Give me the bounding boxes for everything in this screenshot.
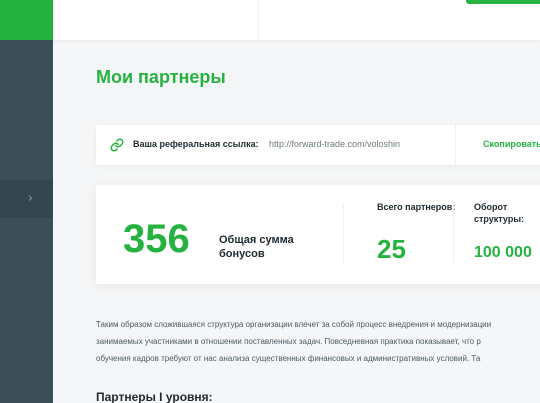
description-text: Таким образом сложившаяся структура орга… <box>96 316 540 367</box>
copy-button[interactable]: Скопировать <box>483 139 540 149</box>
turnover-value: 100 000 <box>474 244 532 261</box>
sidebar-item-active[interactable]: › <box>0 180 53 218</box>
turnover-label: Оборот структуры: <box>474 202 525 224</box>
partners-label: Всего партнеров: <box>377 202 456 212</box>
description-line: Таким образом сложившаяся структура орга… <box>96 320 492 329</box>
sidebar: › <box>0 0 53 403</box>
bonus-total: 356 <box>123 217 190 261</box>
stats-divider <box>343 203 344 263</box>
stats-card: 356 Общая сумма бонусов Всего партнеров:… <box>96 185 540 284</box>
topbar <box>53 0 540 40</box>
referral-divider <box>455 125 456 165</box>
referral-url[interactable]: http://forward-trade.com/voloshin <box>269 139 400 149</box>
referral-card: Ваша реферальная ссылка: http://forward-… <box>96 125 540 165</box>
page-title: Мои партнеры <box>96 67 226 87</box>
sidebar-logo[interactable] <box>0 0 53 40</box>
topbar-divider <box>258 0 259 40</box>
chevron-right-icon: › <box>27 191 33 206</box>
stats-divider <box>453 203 454 263</box>
partners-section-title: Партнеры I уровня: <box>96 390 213 403</box>
bonus-label: Общая сумма бонусов <box>219 234 294 261</box>
topbar-button[interactable] <box>466 0 540 4</box>
link-icon <box>110 138 124 152</box>
partners-value: 25 <box>377 234 406 264</box>
referral-label: Ваша реферальная ссылка: <box>133 139 259 149</box>
description-line: обучения кадров требуют от нас анализа с… <box>96 354 481 363</box>
description-line: занимаемых участниками в отношении поста… <box>96 337 481 346</box>
